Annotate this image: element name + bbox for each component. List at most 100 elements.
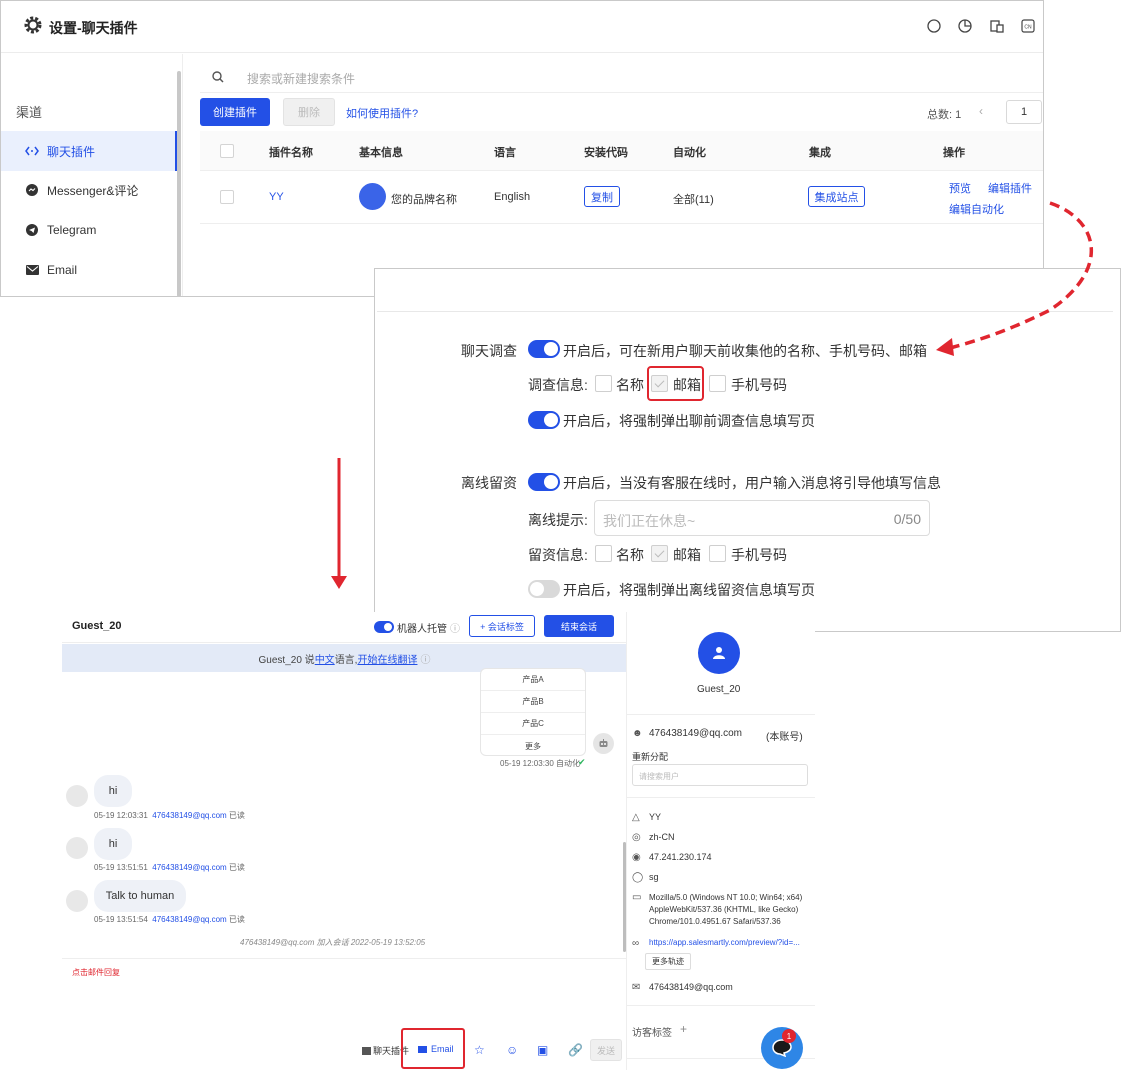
pie-chart-icon[interactable] bbox=[958, 19, 972, 33]
language-cn-icon[interactable]: CN bbox=[1021, 19, 1035, 33]
presurvey-label: 聊天调查 bbox=[461, 343, 517, 359]
messenger-icon bbox=[25, 183, 39, 197]
edit-automation-link[interactable]: 编辑自动化 bbox=[949, 201, 1004, 217]
banner-language[interactable]: 中文 bbox=[315, 651, 335, 666]
divider bbox=[626, 1005, 815, 1006]
menu-item[interactable]: 更多 bbox=[481, 735, 585, 757]
menu-item[interactable]: 产品A bbox=[481, 669, 585, 691]
ip-row: ◉ 47.241.230.174 bbox=[632, 852, 712, 863]
bot-menu-card: 产品A 产品B 产品C 更多 bbox=[480, 668, 586, 756]
chat-header: Guest_20 机器人托管 ⓘ + 会话标签 结束会话 bbox=[62, 612, 627, 643]
col-basic-info: 基本信息 bbox=[359, 147, 403, 159]
region-row: ◯ sg bbox=[632, 872, 659, 883]
survey-info-label: 调查信息: bbox=[528, 377, 588, 393]
star-icon[interactable]: ☆ bbox=[474, 1043, 485, 1057]
leave-phone-checkbox[interactable] bbox=[709, 545, 726, 562]
menu-item[interactable]: 产品B bbox=[481, 691, 585, 713]
force-presurvey-toggle[interactable] bbox=[528, 411, 560, 429]
sidebar-section-title: 渠道 bbox=[16, 105, 43, 120]
col-actions: 操作 bbox=[943, 147, 965, 159]
leave-email-checkbox[interactable] bbox=[651, 545, 668, 562]
visitor-name: Guest_20 bbox=[697, 684, 741, 695]
plugin-icon: △ bbox=[632, 812, 640, 823]
col-plugin-name: 插件名称 bbox=[269, 147, 313, 159]
delete-button[interactable]: 删除 bbox=[283, 98, 335, 126]
start-translate-link[interactable]: 开始在线翻译 bbox=[357, 651, 417, 666]
compass-icon[interactable] bbox=[927, 19, 941, 33]
col-integration: 集成 bbox=[809, 147, 831, 159]
telegram-icon bbox=[25, 223, 39, 237]
add-tag-button[interactable]: + 会话标签 bbox=[469, 615, 535, 637]
sidebar-scrollbar[interactable] bbox=[177, 71, 181, 296]
more-trace-button[interactable]: 更多轨迹 bbox=[645, 953, 691, 970]
sidebar-item-email[interactable]: Email bbox=[1, 250, 176, 290]
ua-row: ▭ Mozilla/5.0 (Windows NT 10.0; Win64; x6… bbox=[632, 892, 803, 926]
offline-label: 离线留资 bbox=[461, 475, 517, 491]
plugin-language: English bbox=[494, 191, 531, 203]
presurvey-toggle[interactable] bbox=[528, 340, 560, 358]
chat-settings-panel: 聊天调查 开启后，可在新用户聊天前收集他的名称、手机号码、邮箱 调查信息: 名称… bbox=[374, 268, 1121, 632]
email-row: ✉ 476438149@qq.com bbox=[632, 982, 733, 993]
plugin-name[interactable]: YY bbox=[269, 191, 284, 203]
globe-icon: ◎ bbox=[632, 832, 641, 843]
sidebar-item-chat-plugin[interactable]: 聊天插件 bbox=[1, 131, 176, 171]
menu-item[interactable]: 产品C bbox=[481, 713, 585, 735]
offline-tip-placeholder: 我们正在休息~ bbox=[603, 513, 696, 529]
banner-mid: 语言, bbox=[334, 654, 358, 666]
message-meta: 05-19 12:03:31 476438149@qq.com 已读 bbox=[94, 811, 245, 820]
sidebar-item-messenger[interactable]: Messenger&评论 bbox=[1, 170, 176, 210]
message-bubble: hi bbox=[94, 775, 132, 807]
edit-plugin-link[interactable]: 编辑插件 bbox=[988, 180, 1032, 196]
devices-icon[interactable] bbox=[990, 19, 1004, 33]
joined-note: 476438149@qq.com 加入会话 2022-05-19 13:52:0… bbox=[240, 938, 426, 947]
banner-prefix: Guest_20 说 bbox=[258, 654, 315, 666]
assign-search-input[interactable]: 请搜索用户 bbox=[632, 764, 808, 786]
leave-name-checkbox[interactable] bbox=[595, 545, 612, 562]
highlight-email-tool bbox=[401, 1028, 465, 1069]
search-input[interactable]: 搜索或新建搜索条件 bbox=[247, 70, 355, 87]
chat-launcher-button[interactable]: 1 bbox=[761, 1027, 803, 1069]
sidebar-item-telegram[interactable]: Telegram bbox=[1, 210, 176, 250]
emoji-icon[interactable]: ☺ bbox=[506, 1043, 518, 1057]
preview-link[interactable]: 预览 bbox=[949, 180, 971, 196]
prev-page-icon[interactable]: ‹ bbox=[979, 104, 983, 118]
survey-phone-checkbox[interactable] bbox=[709, 375, 726, 392]
send-button[interactable]: 发送 bbox=[590, 1039, 622, 1061]
check-icon: ✔ bbox=[578, 757, 586, 767]
help-link[interactable]: 如何使用插件? bbox=[346, 105, 418, 121]
survey-name-checkbox[interactable] bbox=[595, 375, 612, 392]
row-checkbox[interactable] bbox=[220, 190, 234, 204]
leave-name-label: 名称 bbox=[616, 547, 644, 563]
visit-url[interactable]: https://app.salesmartly.com/preview/?id=… bbox=[649, 938, 800, 947]
offline-toggle[interactable] bbox=[528, 473, 560, 491]
copy-code-button[interactable]: 复制 bbox=[584, 186, 620, 207]
char-counter: 0/50 bbox=[893, 511, 921, 527]
col-install-code: 安装代码 bbox=[584, 147, 628, 159]
mail-icon bbox=[25, 263, 39, 277]
force-offline-text: 开启后，将强制弹出离线留资信息填写页 bbox=[563, 582, 815, 598]
assign-search-placeholder: 请搜索用户 bbox=[639, 772, 679, 781]
image-icon[interactable]: ▣ bbox=[537, 1043, 548, 1057]
message-bubble: hi bbox=[94, 828, 132, 860]
plugin-settings-panel: 设置-聊天插件 CN 渠道 聊天插件 Messenger&评论 Telegram… bbox=[0, 0, 1044, 297]
integrate-site-button[interactable]: 集成站点 bbox=[808, 186, 865, 207]
leave-phone-label: 手机号码 bbox=[731, 547, 787, 563]
user-icon bbox=[713, 647, 725, 659]
select-all-checkbox[interactable] bbox=[220, 144, 234, 158]
visitor-tags-label: 访客标签 bbox=[632, 1028, 672, 1039]
force-offline-toggle[interactable] bbox=[528, 580, 560, 598]
page-number-input[interactable]: 1 bbox=[1006, 100, 1042, 124]
create-plugin-button[interactable]: 创建插件 bbox=[200, 98, 270, 126]
end-session-button[interactable]: 结束会话 bbox=[544, 615, 614, 637]
offline-tip-label: 离线提示: bbox=[528, 512, 588, 528]
bot-toggle[interactable] bbox=[374, 621, 394, 633]
page-title: 设置-聊天插件 bbox=[49, 20, 138, 36]
search-bar[interactable]: 搜索或新建搜索条件 bbox=[200, 61, 1043, 93]
reply-hint: 点击邮件回复 bbox=[72, 968, 120, 977]
offline-tip-input[interactable]: 我们正在休息~ 0/50 bbox=[594, 500, 930, 536]
message-meta: 05-19 13:51:51 476438149@qq.com 已读 bbox=[94, 863, 245, 872]
bot-label: 机器人托管 bbox=[397, 624, 447, 635]
svg-text:CN: CN bbox=[1024, 25, 1032, 31]
attachment-icon[interactable]: 🔗 bbox=[568, 1043, 583, 1057]
add-tag-icon[interactable]: + bbox=[680, 1022, 687, 1036]
